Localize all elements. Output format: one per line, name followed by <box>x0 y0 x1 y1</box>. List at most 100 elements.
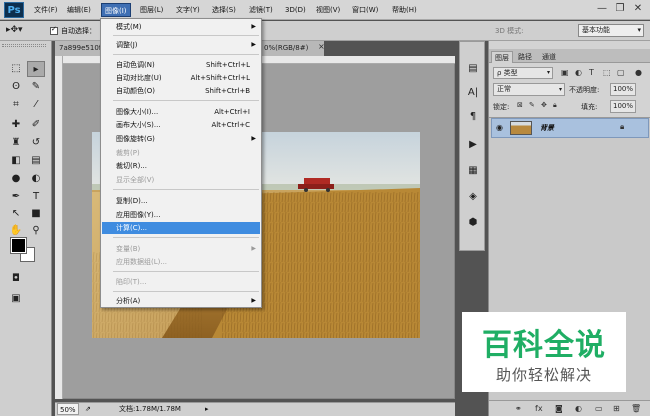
pen-tool-icon[interactable]: ✒ <box>7 189 25 205</box>
delete-layer-icon[interactable]: 🗑︎ <box>631 404 641 413</box>
adjustment-layer-icon[interactable]: ◐ <box>575 404 582 413</box>
history-brush-tool-icon[interactable]: ↺ <box>27 135 45 151</box>
eraser-tool-icon[interactable]: ◧ <box>7 153 25 169</box>
menu-layer[interactable]: 图层(L) <box>137 3 166 17</box>
history-panel-icon[interactable]: ▤ <box>465 60 481 78</box>
fill-field[interactable]: 100% <box>610 100 636 113</box>
menu-item-auto-contrast[interactable]: 自动对比度(U) Alt+Shift+Ctrl+L <box>102 72 260 84</box>
menu-item-image-size[interactable]: 图像大小(I)... Alt+Ctrl+I <box>102 106 260 118</box>
menu-item-auto-tone[interactable]: 自动色调(N) Shift+Ctrl+L <box>102 59 260 71</box>
layer-name[interactable]: 背景 <box>540 123 554 133</box>
menu-item-trap[interactable]: 陷印(T)... <box>102 276 260 288</box>
paragraph-panel-icon[interactable]: ¶ <box>465 108 481 126</box>
menu-item-calculations[interactable]: 计算(C)... <box>102 222 260 234</box>
zoom-level-field[interactable]: 50% <box>57 403 79 415</box>
eyedropper-tool-icon[interactable]: ⁄ <box>27 97 45 113</box>
menu-item-duplicate[interactable]: 复制(D)... <box>102 195 260 207</box>
panel-grip[interactable] <box>2 44 46 47</box>
tab-paths[interactable]: 路径 <box>515 51 535 63</box>
3d-panel-icon[interactable]: ⬢ <box>465 214 481 232</box>
menu-item-canvas-size[interactable]: 画布大小(S)... Alt+Ctrl+C <box>102 119 260 131</box>
lock-all-icon[interactable]: 🔒︎ <box>553 101 557 110</box>
styles-panel-icon[interactable]: ◈ <box>465 188 481 206</box>
link-layers-icon[interactable]: ⚭ <box>515 404 522 413</box>
menu-select[interactable]: 选择(S) <box>209 3 239 17</box>
export-icon[interactable]: ⇗ <box>85 403 91 415</box>
layers-panel-footer: ⚭ fx ◙ ◐ ▭ ⊞ 🗑︎ <box>489 400 650 416</box>
menu-item-mode[interactable]: 模式(M) ▶ <box>102 21 260 33</box>
menu-item-analysis[interactable]: 分析(A) ▶ <box>102 295 260 307</box>
quick-mask-icon[interactable]: ◘ <box>7 271 25 287</box>
blend-mode-select[interactable]: 正常 <box>493 83 565 96</box>
new-group-icon[interactable]: ▭ <box>595 404 603 413</box>
blur-tool-icon[interactable]: ● <box>7 171 25 187</box>
layer-style-icon[interactable]: fx <box>535 404 543 413</box>
menu-type[interactable]: 文字(Y) <box>173 3 203 17</box>
tab-layers[interactable]: 图层 <box>491 51 513 63</box>
menu-item-image-rotation[interactable]: 图像旋转(G) ▶ <box>102 133 260 145</box>
layer-kind-filter[interactable]: ρ 类型 <box>493 67 553 79</box>
type-filter-icon[interactable]: T <box>589 68 594 77</box>
opacity-field[interactable]: 100% <box>610 83 636 96</box>
marquee-tool-icon[interactable]: ⬚ <box>7 61 25 77</box>
shape-filter-icon[interactable]: ⬚ <box>603 68 611 77</box>
menu-item-label: 复制(D)... <box>116 197 148 205</box>
menu-3d[interactable]: 3D(D) <box>282 3 309 17</box>
gradient-tool-icon[interactable]: ▤ <box>27 153 45 169</box>
menu-item-trim[interactable]: 裁切(R)... <box>102 160 260 172</box>
quick-select-tool-icon[interactable]: ✎ <box>27 79 45 95</box>
adjustment-filter-icon[interactable]: ◐ <box>575 68 582 77</box>
path-select-tool-icon[interactable]: ↖ <box>7 206 25 222</box>
menu-item-auto-color[interactable]: 自动颜色(O) Shift+Ctrl+B <box>102 85 260 97</box>
add-mask-icon[interactable]: ◙ <box>555 404 563 413</box>
auto-select-checkbox[interactable] <box>50 25 58 35</box>
rectangle-tool-icon[interactable]: ■ <box>27 206 45 222</box>
menu-file[interactable]: 文件(F) <box>31 3 61 17</box>
menu-item-adjustments[interactable]: 调整(J) ▶ <box>102 39 260 51</box>
screen-mode-icon[interactable]: ▣ <box>7 291 25 307</box>
swatches-panel-icon[interactable]: ▦ <box>465 162 481 180</box>
healing-brush-tool-icon[interactable]: ✚ <box>7 117 25 133</box>
menu-item-apply-image[interactable]: 应用图像(Y)... <box>102 209 260 221</box>
menu-item-reveal-all[interactable]: 显示全部(V) <box>102 174 260 186</box>
new-layer-icon[interactable]: ⊞ <box>613 404 620 413</box>
move-tool-icon[interactable]: ▸✥▾ <box>6 25 23 35</box>
smart-object-filter-icon[interactable]: ▢ <box>617 68 625 77</box>
type-tool-icon[interactable]: T <box>27 189 45 205</box>
lock-position-icon[interactable]: ✥ <box>541 101 547 109</box>
dodge-tool-icon[interactable]: ◐ <box>27 171 45 187</box>
menu-view[interactable]: 视图(V) <box>313 3 343 17</box>
hand-tool-icon[interactable]: ✋ <box>7 223 25 239</box>
actions-panel-icon[interactable]: ▶ <box>465 136 481 154</box>
menu-image[interactable]: 图像(I) <box>101 3 131 17</box>
lock-pixels-icon[interactable]: ✎ <box>529 101 535 109</box>
minimize-button[interactable]: — <box>594 2 610 16</box>
filter-toggle-icon[interactable]: ● <box>635 68 642 77</box>
menu-item-crop[interactable]: 裁剪(P) <box>102 147 260 159</box>
character-panel-icon[interactable]: A| <box>465 84 481 102</box>
menu-window[interactable]: 窗口(W) <box>349 3 381 17</box>
close-button[interactable]: ✕ <box>630 2 646 16</box>
foreground-color-swatch[interactable] <box>10 237 27 254</box>
status-menu-arrow-icon[interactable]: ▸ <box>205 403 209 415</box>
crop-tool-icon[interactable]: ⌗ <box>7 97 25 113</box>
lock-transparency-icon[interactable]: ⊠ <box>517 101 523 109</box>
pixel-filter-icon[interactable]: ▣ <box>561 68 569 77</box>
workspace-select[interactable]: 基本功能 <box>578 24 644 37</box>
menu-item-variables[interactable]: 变量(B) ▶ <box>102 243 260 255</box>
document-tab-close-icon[interactable]: × <box>318 42 325 51</box>
brush-tool-icon[interactable]: ✐ <box>27 117 45 133</box>
vertical-ruler[interactable] <box>55 56 63 399</box>
menu-edit[interactable]: 编辑(E) <box>64 3 94 17</box>
move-tool-icon[interactable]: ▸ <box>27 61 45 77</box>
menu-filter[interactable]: 滤镜(T) <box>246 3 276 17</box>
zoom-tool-icon[interactable]: ⚲ <box>27 223 45 239</box>
restore-button[interactable]: ❐ <box>612 2 628 16</box>
layer-row-background[interactable]: ◉ 背景 🔒︎ <box>491 118 649 138</box>
menu-item-apply-data-set[interactable]: 应用数据组(L)... <box>102 256 260 268</box>
clone-stamp-tool-icon[interactable]: ♜ <box>7 135 25 151</box>
visibility-eye-icon[interactable]: ◉ <box>496 123 503 132</box>
lasso-tool-icon[interactable]: ʘ <box>7 79 25 95</box>
tab-channels[interactable]: 通道 <box>539 51 559 63</box>
menu-help[interactable]: 帮助(H) <box>389 3 420 17</box>
